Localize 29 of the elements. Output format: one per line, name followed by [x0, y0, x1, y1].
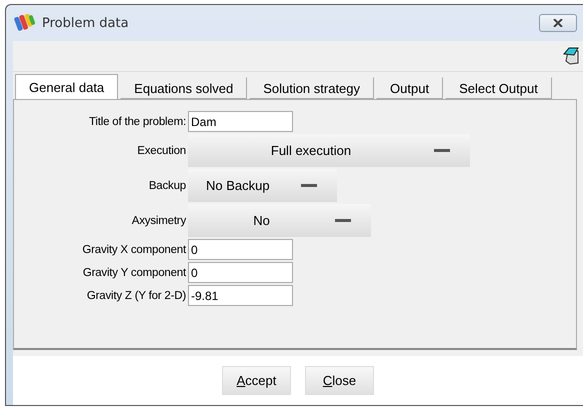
dropdown-button[interactable]: No	[188, 204, 371, 237]
input-field[interactable]: Dam	[188, 111, 293, 132]
field-label: Gravity Z (Y for 2-D)	[86, 290, 186, 302]
field-label: Backup	[148, 180, 186, 192]
field-label: Axysimetry	[130, 214, 186, 226]
tab[interactable]: Solution strategy	[249, 77, 374, 99]
input-field[interactable]: -9.81	[188, 285, 293, 306]
dash-icon	[301, 184, 317, 188]
dash-icon	[434, 148, 450, 152]
notebook-icon[interactable]	[563, 47, 579, 65]
input-field[interactable]: 0	[188, 262, 293, 283]
dialog-button[interactable]: Accept	[222, 366, 291, 395]
field-label: Execution	[136, 144, 186, 156]
field-label: Title of the problem:	[88, 116, 186, 128]
field-label: Gravity Y component	[82, 266, 186, 278]
input-field[interactable]: 0	[188, 239, 293, 260]
field-label: Gravity X component	[81, 244, 186, 256]
close-icon	[553, 19, 563, 27]
dash-icon	[335, 218, 351, 222]
app-icon	[14, 13, 36, 33]
dropdown-button[interactable]: Full execution	[188, 134, 470, 167]
dialog-button[interactable]: Close	[305, 366, 374, 395]
tab[interactable]: Equations solved	[120, 77, 248, 99]
dropdown-button[interactable]: No Backup	[188, 169, 337, 202]
tab[interactable]: Output	[376, 77, 444, 99]
window-title: Problem data	[42, 16, 130, 30]
tab[interactable]: Select Output	[445, 77, 552, 99]
close-button[interactable]	[539, 14, 577, 32]
tab[interactable]: General data	[15, 74, 118, 99]
